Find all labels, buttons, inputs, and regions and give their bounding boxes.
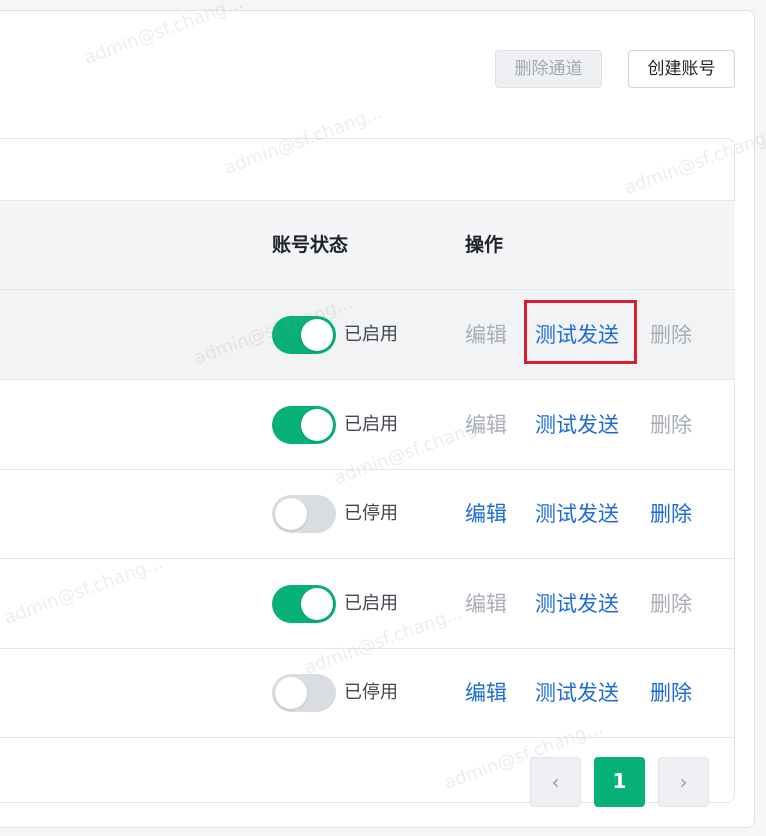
delete-link[interactable]: 删除 <box>650 321 692 349</box>
chevron-right-icon: › <box>679 770 688 794</box>
delete-link[interactable]: 删除 <box>650 679 692 707</box>
test-send-link[interactable]: 测试发送 <box>535 500 619 528</box>
edit-link[interactable]: 编辑 <box>465 411 507 439</box>
status-toggle[interactable] <box>272 406 336 444</box>
toggle-knob <box>301 319 333 351</box>
test-send-link[interactable]: 测试发送 <box>535 679 619 707</box>
status-toggle[interactable] <box>272 316 336 354</box>
table-header <box>0 200 735 290</box>
status-label: 已停用 <box>344 682 398 703</box>
status-toggle[interactable] <box>272 585 336 623</box>
edit-link[interactable]: 编辑 <box>465 590 507 618</box>
highlight-box <box>524 300 637 364</box>
status-label: 已停用 <box>344 503 398 524</box>
delete-channel-button[interactable]: 删除通道 <box>495 50 602 88</box>
test-send-link[interactable]: 测试发送 <box>535 411 619 439</box>
chevron-left-icon: ‹ <box>551 770 560 794</box>
delete-link[interactable]: 删除 <box>650 500 692 528</box>
status-label: 已启用 <box>344 324 398 345</box>
create-account-button[interactable]: 创建账号 <box>628 50 735 88</box>
toggle-knob <box>301 588 333 620</box>
delete-link[interactable]: 删除 <box>650 590 692 618</box>
toggle-knob <box>301 409 333 441</box>
edit-link[interactable]: 编辑 <box>465 500 507 528</box>
test-send-link[interactable]: 测试发送 <box>535 590 619 618</box>
column-header-account-status: 账号状态 <box>272 234 349 256</box>
pagination-next-button[interactable]: › <box>658 757 709 807</box>
status-toggle[interactable] <box>272 495 336 533</box>
edit-link[interactable]: 编辑 <box>465 679 507 707</box>
pagination-page-1[interactable]: 1 <box>594 757 645 807</box>
status-label: 已启用 <box>344 414 398 435</box>
toggle-knob <box>275 498 307 530</box>
status-toggle[interactable] <box>272 674 336 712</box>
delete-link[interactable]: 删除 <box>650 411 692 439</box>
pagination-prev-button[interactable]: ‹ <box>530 757 581 807</box>
edit-link[interactable]: 编辑 <box>465 321 507 349</box>
column-header-actions: 操作 <box>465 234 504 256</box>
toggle-knob <box>275 677 307 709</box>
status-label: 已启用 <box>344 593 398 614</box>
